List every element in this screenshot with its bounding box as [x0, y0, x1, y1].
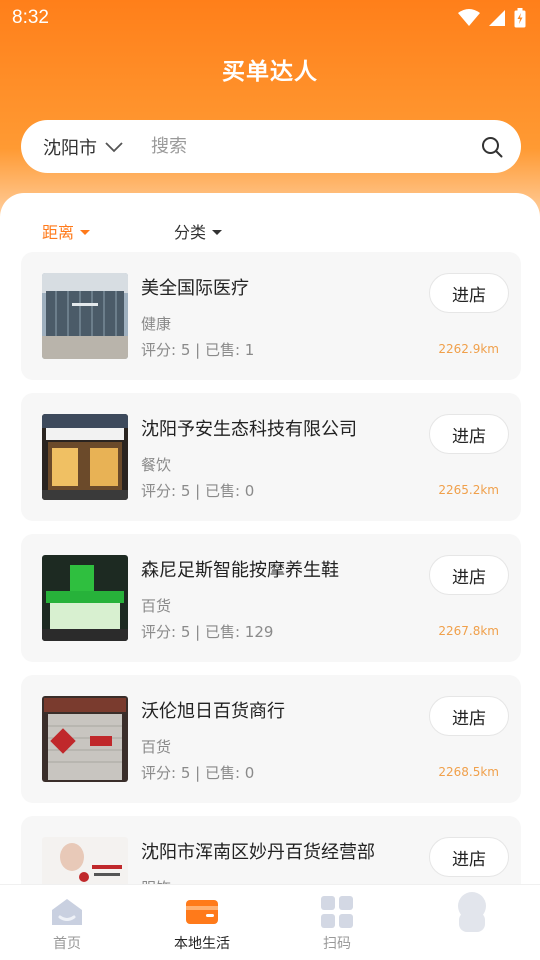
- shop-category: 健康: [141, 315, 172, 333]
- signal-icon: [489, 10, 505, 26]
- content-panel: 距离 分类 美全国际医疗 健康 评分: 5 | 已售: 1 进店 2262.9k…: [0, 193, 540, 960]
- filter-distance[interactable]: 距离: [42, 219, 91, 243]
- status-bar: 8:32: [0, 0, 540, 36]
- search-bar: 沈阳市: [21, 120, 521, 173]
- tab-profile[interactable]: [422, 892, 522, 933]
- profile-icon: [458, 892, 486, 932]
- shop-card[interactable]: 沃伦旭日百货商行 百货 评分: 5 | 已售: 0 进店 2268.5km: [21, 675, 521, 803]
- enter-shop-button[interactable]: 进店: [429, 273, 509, 313]
- shop-stats: 评分: 5 | 已售: 0: [141, 482, 255, 500]
- shop-name: 沈阳予安生态科技有限公司: [141, 419, 357, 440]
- filter-category-label: 分类: [174, 223, 207, 242]
- shop-distance: 2265.2km: [438, 483, 499, 497]
- shop-name: 美全国际医疗: [141, 278, 249, 299]
- shop-name: 沈阳市浑南区妙丹百货经营部: [141, 842, 375, 863]
- tab-local-life-label: 本地生活: [174, 936, 230, 952]
- home-icon: [52, 899, 82, 925]
- enter-shop-button[interactable]: 进店: [429, 414, 509, 454]
- shop-card[interactable]: 沈阳予安生态科技有限公司 餐饮 评分: 5 | 已售: 0 进店 2265.2k…: [21, 393, 521, 521]
- caret-down-icon: [212, 230, 223, 235]
- shop-stats: 评分: 5 | 已售: 129: [141, 623, 274, 641]
- wifi-icon: [458, 9, 480, 26]
- caret-down-icon: [80, 230, 91, 235]
- shop-distance: 2262.9km: [438, 342, 499, 356]
- filter-category[interactable]: 分类: [174, 219, 223, 243]
- shop-thumbnail: [42, 414, 128, 500]
- search-input[interactable]: [151, 136, 481, 157]
- battery-icon: [514, 8, 526, 28]
- shop-thumbnail: [42, 273, 128, 359]
- shop-stats: 评分: 5 | 已售: 1: [141, 341, 255, 359]
- city-label: 沈阳市: [43, 137, 97, 159]
- shop-name: 沃伦旭日百货商行: [141, 701, 285, 722]
- search-icon[interactable]: [481, 136, 503, 158]
- app-title: 买单达人: [222, 59, 318, 85]
- tab-local-life[interactable]: 本地生活: [152, 895, 252, 953]
- tab-scan[interactable]: 扫码: [287, 895, 387, 953]
- grid-icon: [321, 896, 353, 928]
- wallet-icon: [186, 900, 218, 924]
- enter-shop-button[interactable]: 进店: [429, 696, 509, 736]
- shop-thumbnail: [42, 555, 128, 641]
- bottom-tab-bar: 首页 本地生活 扫码: [0, 884, 540, 960]
- status-time: 8:32: [12, 7, 49, 28]
- enter-shop-button[interactable]: 进店: [429, 555, 509, 595]
- shop-card[interactable]: 美全国际医疗 健康 评分: 5 | 已售: 1 进店 2262.9km: [21, 252, 521, 380]
- shop-list: 美全国际医疗 健康 评分: 5 | 已售: 1 进店 2262.9km 沈阳予安…: [21, 252, 521, 957]
- shop-category: 百货: [141, 597, 172, 615]
- chevron-down-icon: [105, 141, 123, 152]
- filter-bar: 距离 分类: [42, 219, 223, 243]
- shop-thumbnail: [42, 696, 128, 782]
- shop-category: 百货: [141, 738, 172, 756]
- shop-stats: 评分: 5 | 已售: 0: [141, 764, 255, 782]
- shop-distance: 2268.5km: [438, 765, 499, 779]
- shop-distance: 2267.8km: [438, 624, 499, 638]
- enter-shop-button[interactable]: 进店: [429, 837, 509, 877]
- tab-scan-label: 扫码: [323, 936, 351, 952]
- shop-card[interactable]: 森尼足斯智能按摩养生鞋 百货 评分: 5 | 已售: 129 进店 2267.8…: [21, 534, 521, 662]
- city-selector[interactable]: 沈阳市: [43, 134, 123, 160]
- status-icons: [458, 8, 526, 28]
- filter-distance-label: 距离: [42, 223, 75, 242]
- tab-home-label: 首页: [53, 936, 81, 952]
- shop-name: 森尼足斯智能按摩养生鞋: [141, 560, 339, 581]
- shop-category: 餐饮: [141, 456, 172, 474]
- tab-home[interactable]: 首页: [17, 895, 117, 953]
